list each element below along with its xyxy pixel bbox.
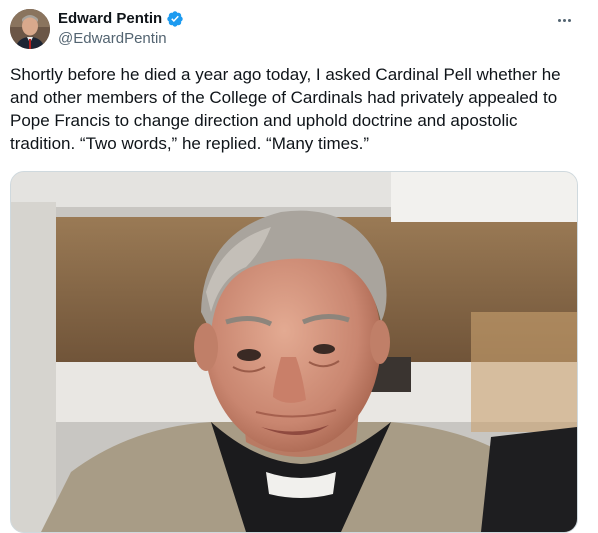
verified-badge-icon bbox=[166, 10, 184, 28]
author-block: Edward Pentin @EdwardPentin bbox=[58, 9, 184, 49]
tweet-photo[interactable] bbox=[10, 171, 578, 533]
more-horizontal-icon bbox=[557, 18, 561, 22]
tweet: Edward Pentin @EdwardPentin Shortly befo… bbox=[0, 0, 598, 533]
tweet-text: Shortly before he died a year ago today,… bbox=[10, 65, 561, 153]
more-options-button[interactable] bbox=[552, 10, 576, 30]
more-horizontal-icon bbox=[562, 18, 566, 22]
avatar[interactable] bbox=[10, 9, 50, 49]
display-name[interactable]: Edward Pentin bbox=[58, 9, 162, 29]
more-horizontal-icon bbox=[567, 18, 571, 22]
author-name-row: Edward Pentin bbox=[58, 9, 184, 29]
author-handle[interactable]: @EdwardPentin bbox=[58, 29, 184, 49]
